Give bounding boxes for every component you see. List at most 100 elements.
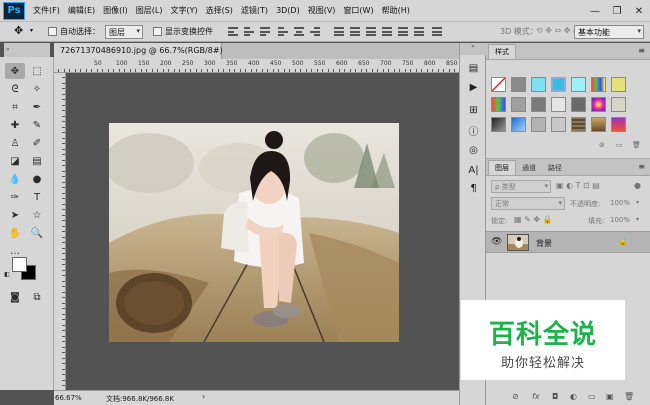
- tab-styles[interactable]: 样式: [488, 44, 516, 59]
- align-left-icon[interactable]: [278, 27, 288, 36]
- marquee-tool-icon[interactable]: ⬚: [27, 63, 47, 79]
- screen-mode-icon[interactable]: ⧉: [27, 289, 47, 305]
- menu-window[interactable]: 窗口(W): [339, 5, 377, 16]
- zoom-level[interactable]: 66.67%: [55, 394, 82, 402]
- style-swatch[interactable]: [511, 77, 526, 92]
- style-swatch[interactable]: [511, 117, 526, 132]
- style-swatch[interactable]: [611, 117, 626, 132]
- chevron-down-icon[interactable]: ▾: [636, 199, 639, 206]
- clone-stamp-icon[interactable]: ♙: [5, 135, 25, 151]
- move-tool-icon[interactable]: ✥: [5, 63, 25, 79]
- adjustments-panel-icon[interactable]: ◎: [465, 143, 482, 158]
- eraser-tool-icon[interactable]: ◪: [5, 153, 25, 169]
- new-group-icon[interactable]: ▭: [588, 392, 596, 401]
- dock-collapse-icon[interactable]: «: [460, 43, 486, 55]
- actions-panel-icon[interactable]: ▶: [465, 80, 482, 95]
- minimize-button[interactable]: —: [584, 0, 606, 22]
- lock-icons[interactable]: ▦ ✎ ✥ 🔒: [514, 215, 553, 224]
- crop-tool-icon[interactable]: ⌗: [5, 99, 25, 115]
- move-tool-icon[interactable]: ✥: [14, 24, 23, 37]
- style-swatch-none[interactable]: [491, 77, 506, 92]
- add-mask-icon[interactable]: ◘: [552, 392, 558, 401]
- style-swatch[interactable]: [611, 97, 626, 112]
- hand-tool-icon[interactable]: ✋: [5, 225, 25, 241]
- style-swatch[interactable]: [531, 77, 546, 92]
- style-swatch[interactable]: [551, 97, 566, 112]
- new-style-icon[interactable]: ▭: [616, 141, 623, 149]
- document-tab[interactable]: 72671370486910.jpg @ 66.7%(RGB/8#) ×: [54, 43, 238, 59]
- style-swatch[interactable]: [571, 77, 586, 92]
- lasso-tool-icon[interactable]: ᘓ: [5, 81, 25, 97]
- panel-menu-icon[interactable]: ≡: [638, 46, 645, 55]
- menu-3d[interactable]: 3D(D): [272, 6, 304, 15]
- default-colors-icon[interactable]: ◧: [2, 269, 12, 279]
- brush-tool-icon[interactable]: ✎: [27, 117, 47, 133]
- style-swatch[interactable]: [571, 117, 586, 132]
- style-swatch[interactable]: [611, 77, 626, 92]
- chevron-down-icon[interactable]: ▾: [636, 216, 639, 223]
- magic-wand-icon[interactable]: ✧: [27, 81, 47, 97]
- style-swatch[interactable]: [491, 117, 506, 132]
- menu-edit[interactable]: 编辑(E): [64, 5, 99, 16]
- properties-panel-icon[interactable]: ⊞: [465, 103, 482, 118]
- dodge-tool-icon[interactable]: ●: [27, 171, 47, 187]
- restore-button[interactable]: ❐: [606, 0, 628, 22]
- tab-paths[interactable]: 路径: [542, 161, 568, 175]
- layer-row[interactable]: 👁 背景 🔒: [486, 231, 650, 253]
- style-swatch[interactable]: [491, 97, 506, 112]
- tab-channels[interactable]: 通道: [516, 161, 542, 175]
- distribute-top-icon[interactable]: [334, 27, 344, 36]
- info-panel-icon[interactable]: ⓘ: [465, 123, 482, 138]
- tab-layers[interactable]: 图层: [488, 160, 516, 175]
- blend-mode-dropdown[interactable]: 正常 ▾: [491, 197, 565, 210]
- status-menu-arrow-icon[interactable]: ›: [202, 392, 205, 401]
- pen-tool-icon[interactable]: ✑: [5, 189, 25, 205]
- auto-select-checkbox[interactable]: [48, 27, 57, 36]
- delete-style-icon[interactable]: 🗑: [632, 141, 641, 149]
- history-panel-icon[interactable]: ▤: [465, 61, 482, 76]
- healing-brush-icon[interactable]: ✚: [5, 117, 25, 133]
- distribute-left-icon[interactable]: [382, 27, 392, 36]
- foreground-color-swatch[interactable]: [12, 257, 27, 272]
- distribute-bottom-icon[interactable]: [366, 27, 376, 36]
- menu-view[interactable]: 视图(V): [304, 5, 340, 16]
- style-swatch[interactable]: [571, 97, 586, 112]
- filter-toggle-icon[interactable]: ●: [634, 181, 641, 190]
- link-layers-icon[interactable]: ⊘: [512, 392, 519, 401]
- menu-select[interactable]: 选择(S): [202, 5, 237, 16]
- distribute-hcenter-icon[interactable]: [398, 27, 408, 36]
- style-swatch[interactable]: [591, 117, 606, 132]
- chevron-down-icon[interactable]: ▾: [30, 27, 33, 34]
- align-bottom-icon[interactable]: [260, 27, 270, 36]
- layer-filter-dropdown[interactable]: ρ 类型 ▾: [491, 180, 551, 193]
- document-image[interactable]: [109, 123, 399, 342]
- menu-file[interactable]: 文件(F): [29, 5, 64, 16]
- fill-value[interactable]: 100%: [610, 216, 630, 224]
- style-swatch[interactable]: [551, 77, 566, 92]
- new-layer-icon[interactable]: ▣: [606, 392, 614, 401]
- auto-select-dropdown[interactable]: 图层 ▾: [105, 25, 143, 39]
- history-brush-icon[interactable]: ✐: [27, 135, 47, 151]
- type-tool-icon[interactable]: T: [27, 189, 47, 205]
- layer-name[interactable]: 背景: [536, 238, 552, 249]
- align-top-icon[interactable]: [228, 27, 238, 36]
- fx-icon[interactable]: fx: [532, 392, 540, 401]
- menu-type[interactable]: 文字(Y): [166, 5, 201, 16]
- style-swatch[interactable]: [591, 97, 606, 112]
- close-button[interactable]: ✕: [628, 0, 650, 22]
- paragraph-panel-icon[interactable]: ¶: [465, 181, 482, 196]
- style-swatch[interactable]: [551, 117, 566, 132]
- gradient-tool-icon[interactable]: ▤: [27, 153, 47, 169]
- clear-style-icon[interactable]: ⊘: [599, 141, 605, 149]
- path-select-icon[interactable]: ➤: [5, 207, 25, 223]
- layer-filter-icons[interactable]: ▣ ◐ T ⊡ ▤: [556, 181, 600, 190]
- distribute-right-icon[interactable]: [414, 27, 424, 36]
- quick-mask-icon[interactable]: ◙: [5, 289, 25, 305]
- adjustment-layer-icon[interactable]: ◐: [570, 392, 577, 401]
- align-right-icon[interactable]: [310, 27, 320, 36]
- distribute-vcenter-icon[interactable]: [350, 27, 360, 36]
- delete-layer-icon[interactable]: 🗑: [624, 392, 634, 401]
- character-panel-icon[interactable]: A|: [465, 163, 482, 178]
- style-swatch[interactable]: [511, 97, 526, 112]
- align-vcenter-icon[interactable]: [244, 27, 254, 36]
